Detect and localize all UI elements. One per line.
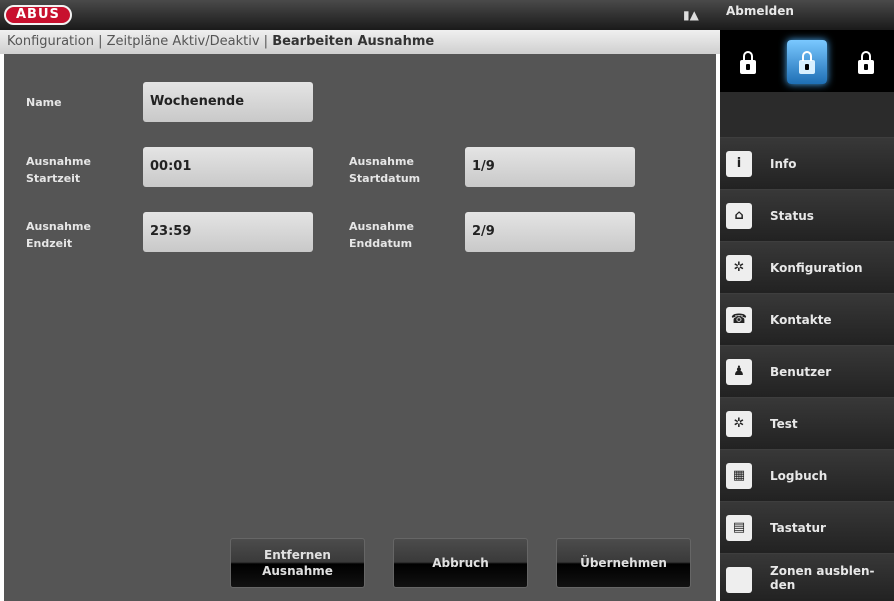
start-date-label-line2: Startdatum — [349, 172, 421, 185]
breadcrumb-current: Bearbeiten Ausnahme — [272, 34, 435, 49]
start-date-field[interactable]: 1/9 — [465, 147, 635, 187]
end-date-field[interactable]: 2/9 — [465, 212, 635, 252]
sidebar-item-kontakte[interactable]: ☎ Kontakte — [720, 293, 894, 345]
end-time-field[interactable]: 23:59 — [143, 212, 313, 252]
top-bar: ABUS ▮▲ — [0, 0, 720, 30]
sidebar-item-label: Zonen ausblen-den — [770, 564, 875, 592]
remove-exception-line2: Ausnahme — [262, 564, 333, 578]
arming-mode-bar — [720, 30, 894, 92]
name-field[interactable]: Wochenende — [143, 82, 313, 122]
sidebar-item-konfiguration[interactable]: ✲ Konfiguration — [720, 241, 894, 293]
sidebar-item-label: Konfiguration — [770, 261, 863, 275]
cancel-button[interactable]: Abbruch — [393, 538, 528, 588]
keypad-icon: ▤ — [726, 515, 752, 541]
sidebar-item-label: Logbuch — [770, 469, 828, 483]
mode-full-armed-button[interactable] — [846, 40, 886, 84]
lock-closed-icon — [740, 51, 756, 74]
sidebar-item-benutzer[interactable]: ♟ Benutzer — [720, 345, 894, 397]
sidebar-item-label: Tastatur — [770, 521, 826, 535]
end-date-label-line1: Ausnahme — [349, 220, 414, 233]
apply-label: Übernehmen — [580, 556, 667, 570]
sidebar-item-test[interactable]: ✲ Test — [720, 397, 894, 449]
sidebar-item-label: Benutzer — [770, 365, 832, 379]
sidebar-item-label: Info — [770, 157, 797, 171]
sidebar-item-status[interactable]: ⌂ Status — [720, 189, 894, 241]
breadcrumb-path: Konfiguration | Zeitpläne Aktiv/Deaktiv … — [7, 34, 273, 49]
sidebar: i Info ⌂ Status ✲ Konfiguration ☎ Kontak… — [720, 30, 894, 601]
remove-exception-line1: Entfernen — [264, 548, 331, 562]
contacts-icon: ☎ — [726, 307, 752, 333]
remove-exception-button[interactable]: Entfernen Ausnahme — [230, 538, 365, 588]
user-switch-icon[interactable]: ▮▲ — [683, 7, 705, 23]
checkbox-icon — [726, 567, 752, 593]
end-time-label: Ausnahme Endzeit — [26, 218, 91, 252]
calendar-icon: ▦ — [726, 463, 752, 489]
user-icon: ♟ — [726, 359, 752, 385]
end-date-label-line2: Enddatum — [349, 237, 413, 250]
lock-open-icon — [799, 51, 815, 74]
sidebar-item-zonen-ausblenden[interactable]: Zonen ausblen-den — [720, 553, 894, 601]
end-date-label: Ausnahme Enddatum — [349, 218, 414, 252]
start-date-label-line1: Ausnahme — [349, 155, 414, 168]
apply-button[interactable]: Übernehmen — [556, 538, 691, 588]
mode-disarmed-button[interactable] — [787, 40, 827, 84]
info-icon: i — [726, 151, 752, 177]
sidebar-item-logbuch[interactable]: ▦ Logbuch — [720, 449, 894, 501]
cancel-label: Abbruch — [432, 556, 489, 570]
sidebar-item-tastatur[interactable]: ▤ Tastatur — [720, 501, 894, 553]
end-time-label-line2: Endzeit — [26, 237, 73, 250]
start-time-field[interactable]: 00:01 — [143, 147, 313, 187]
gears-icon: ✲ — [726, 255, 752, 281]
edit-exception-panel: Name Wochenende Ausnahme Startzeit 00:01… — [4, 54, 716, 601]
gears-icon: ✲ — [726, 411, 752, 437]
mode-armed-button[interactable] — [728, 40, 768, 84]
sidebar-item-label: Status — [770, 209, 814, 223]
sidebar-item-info[interactable]: i Info — [720, 137, 894, 189]
logout-button[interactable]: Abmelden — [720, 0, 894, 30]
lock-closed-icon — [858, 51, 874, 74]
name-label: Name — [26, 96, 62, 109]
start-time-label-line1: Ausnahme — [26, 155, 91, 168]
start-time-label: Ausnahme Startzeit — [26, 153, 91, 187]
abus-logo: ABUS — [4, 5, 72, 25]
sidebar-item-label: Test — [770, 417, 798, 431]
start-date-label: Ausnahme Startdatum — [349, 153, 420, 187]
home-icon: ⌂ — [726, 203, 752, 229]
start-time-label-line2: Startzeit — [26, 172, 81, 185]
sidebar-item-label: Kontakte — [770, 313, 832, 327]
end-time-label-line1: Ausnahme — [26, 220, 91, 233]
breadcrumb: Konfiguration | Zeitpläne Aktiv/Deaktiv … — [0, 30, 720, 54]
